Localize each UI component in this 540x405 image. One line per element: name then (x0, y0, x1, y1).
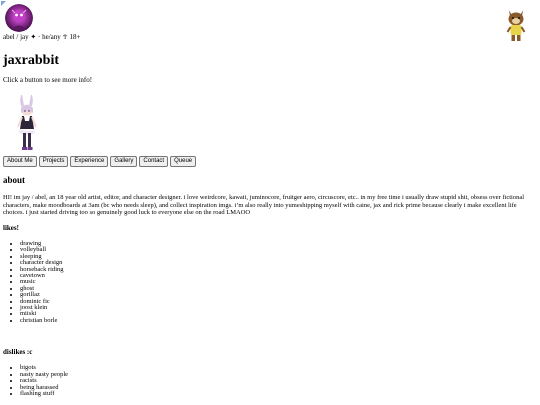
about-heading: about (3, 175, 26, 185)
likes-list: drawing volleyball sleeping character de… (9, 240, 64, 324)
avatar (5, 4, 33, 32)
about-text: HI! im jay / abel, an 18 year old artist… (3, 194, 525, 217)
page-title: jaxrabbit (3, 53, 59, 68)
contact-button[interactable]: Contact (139, 156, 169, 167)
dislikes-heading: dislikes :c (3, 348, 33, 356)
experience-button[interactable]: Experience (70, 156, 109, 167)
queue-button[interactable]: Queue (170, 156, 197, 167)
avatar-image (5, 4, 33, 32)
animal-sticker-icon (506, 10, 526, 41)
list-item: christian borle (20, 317, 64, 324)
link-icon (1, 1, 6, 6)
gallery-button[interactable]: Gallery (110, 156, 138, 167)
list-item: flashing stuff (20, 391, 68, 398)
about-me-button[interactable]: About Me (3, 156, 37, 167)
page: abel / jay ✦ · he/any ☥ 18+ jaxrabbit Cl… (0, 0, 540, 405)
bunny-character-image (17, 95, 37, 150)
nav-buttons: About Me Projects Experience Gallery Con… (3, 156, 197, 167)
projects-button[interactable]: Projects (38, 156, 69, 167)
instructions-text: Click a button to see more info! (3, 76, 93, 84)
likes-heading: likes! (3, 224, 19, 232)
dislikes-list: bigots nasty nasty people racists being … (9, 364, 68, 398)
profile-tagline: abel / jay ✦ · he/any ☥ 18+ (3, 33, 81, 41)
